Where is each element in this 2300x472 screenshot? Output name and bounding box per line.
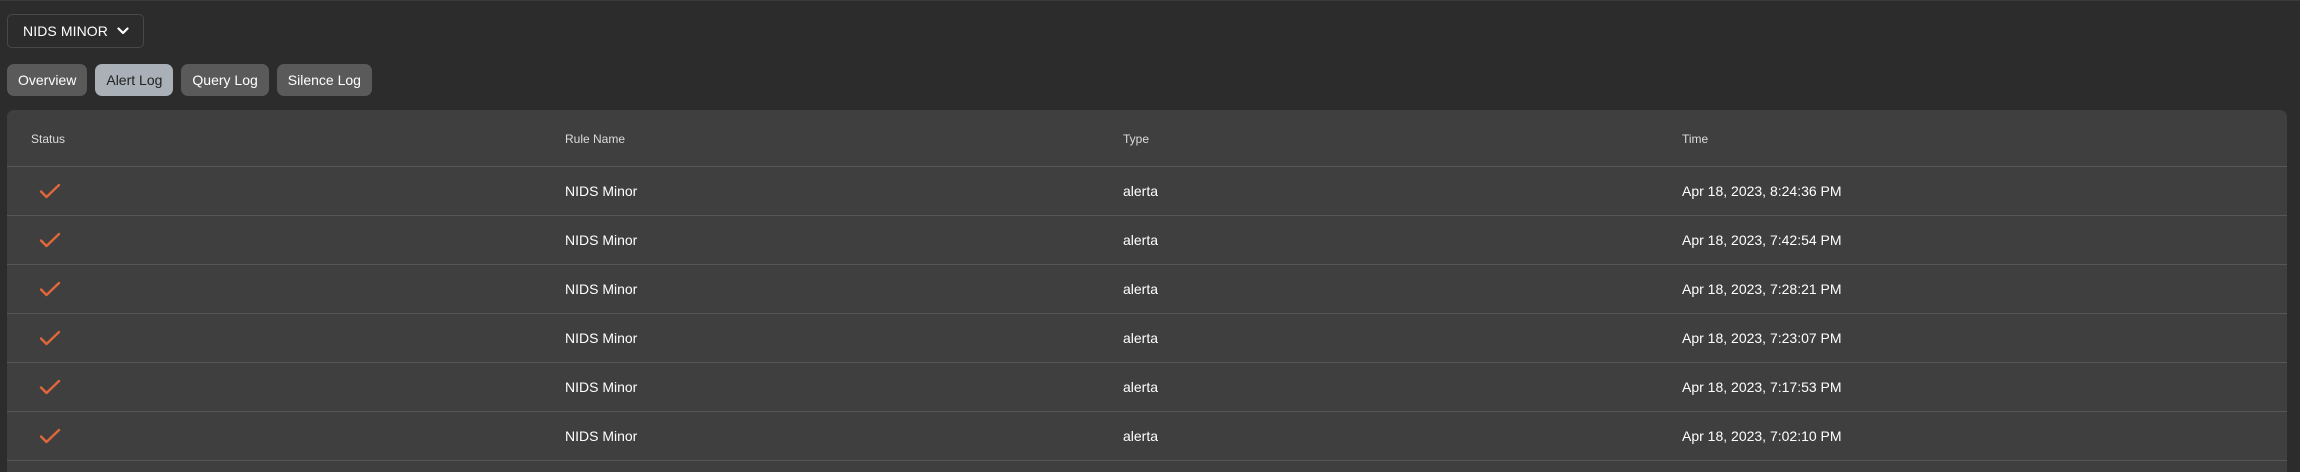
table-row[interactable]: NIDS Minor alerta Apr 18, 2023, 7:23:07 … <box>7 314 2287 363</box>
column-header-type: Type <box>1123 132 1150 146</box>
type-cell: alerta <box>1123 281 1159 297</box>
rule-name-cell: NIDS Minor <box>565 232 638 248</box>
tab-alert-log[interactable]: Alert Log <box>95 64 174 96</box>
rule-name-cell: NIDS Minor <box>565 281 638 297</box>
checkmark-icon <box>39 183 61 199</box>
rule-selector-dropdown[interactable]: NIDS MINOR <box>7 14 144 48</box>
time-cell: Apr 18, 2023, 7:17:53 PM <box>1682 379 1842 395</box>
time-cell: Apr 18, 2023, 7:23:07 PM <box>1682 330 1842 346</box>
time-cell: Apr 18, 2023, 7:02:10 PM <box>1682 428 1842 444</box>
column-header-status: Status <box>31 132 66 146</box>
type-cell: alerta <box>1123 379 1159 395</box>
table-row[interactable]: NIDS Minor alerta Apr 18, 2023, 7:02:10 … <box>7 412 2287 461</box>
checkmark-icon <box>39 232 61 248</box>
chevron-down-icon <box>116 24 130 38</box>
rule-selector-label: NIDS MINOR <box>23 23 108 39</box>
tab-silence-log[interactable]: Silence Log <box>276 64 372 96</box>
table-row[interactable]: NIDS Minor alerta Apr 18, 2023, 7:28:21 … <box>7 265 2287 314</box>
column-header-rule-name: Rule Name <box>565 132 626 146</box>
alert-log-table: Status Rule Name Type Time NIDS Minor al… <box>7 110 2287 472</box>
rule-name-cell: NIDS Minor <box>565 183 638 199</box>
log-tabs: Overview Alert Log Query Log Silence Log <box>7 64 372 96</box>
column-header-time: Time <box>1682 132 1709 146</box>
checkmark-icon <box>39 330 61 346</box>
type-cell: alerta <box>1123 183 1159 199</box>
rule-name-cell: NIDS Minor <box>565 428 638 444</box>
type-cell: alerta <box>1123 232 1159 248</box>
checkmark-icon <box>39 281 61 297</box>
table-row[interactable]: NIDS Minor alerta Apr 18, 2023, 7:42:54 … <box>7 216 2287 265</box>
type-cell: alerta <box>1123 428 1159 444</box>
page: NIDS MINOR Overview Alert Log Query Log … <box>0 0 2300 472</box>
checkmark-icon <box>39 428 61 444</box>
table-header: Status Rule Name Type Time <box>7 110 2287 167</box>
checkmark-icon <box>39 379 61 395</box>
tab-overview[interactable]: Overview <box>7 64 88 96</box>
type-cell: alerta <box>1123 330 1159 346</box>
time-cell: Apr 18, 2023, 7:28:21 PM <box>1682 281 1842 297</box>
rule-name-cell: NIDS Minor <box>565 330 638 346</box>
tab-query-log[interactable]: Query Log <box>181 64 269 96</box>
time-cell: Apr 18, 2023, 7:42:54 PM <box>1682 232 1842 248</box>
table-row[interactable]: NIDS Minor alerta Apr 18, 2023, 7:17:53 … <box>7 363 2287 412</box>
time-cell: Apr 18, 2023, 8:24:36 PM <box>1682 183 1842 199</box>
table-row[interactable]: NIDS Minor alerta Apr 18, 2023, 8:24:36 … <box>7 167 2287 216</box>
rule-name-cell: NIDS Minor <box>565 379 638 395</box>
